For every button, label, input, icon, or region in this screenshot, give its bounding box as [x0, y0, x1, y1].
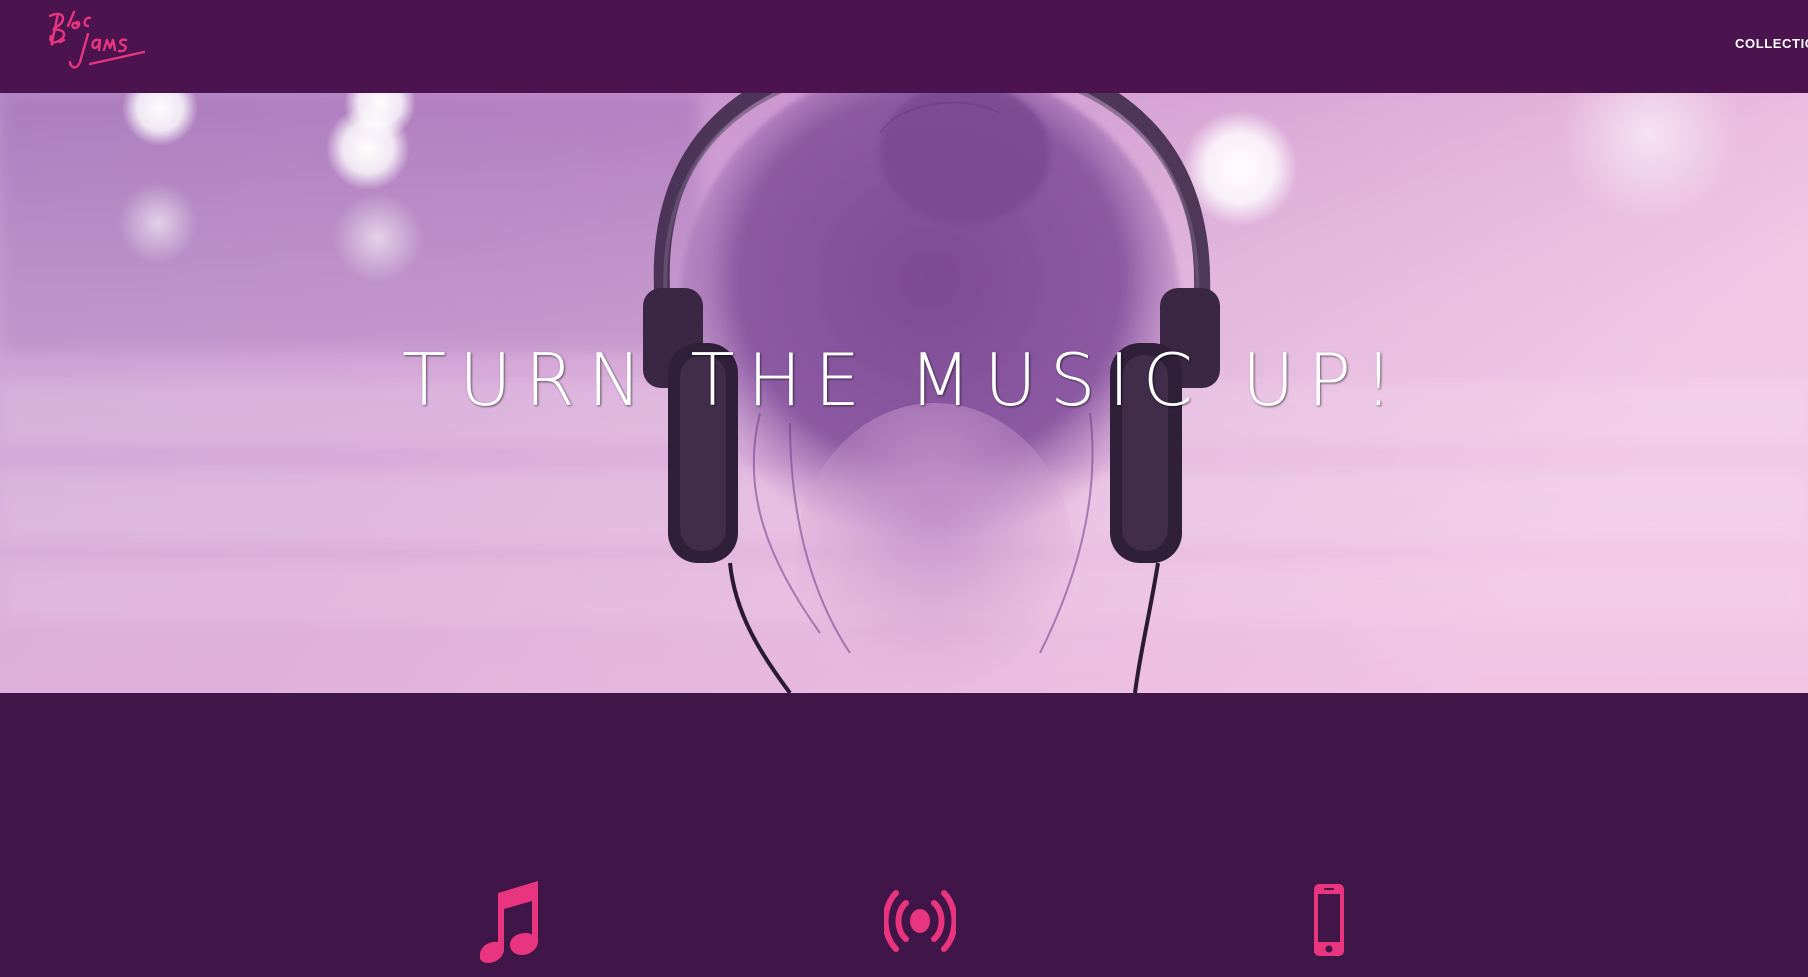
mobile-phone-icon — [1314, 884, 1344, 956]
selling-point-music — [480, 879, 540, 963]
selling-point-radio — [884, 889, 956, 953]
logo[interactable] — [44, 6, 154, 78]
selling-points-section — [0, 693, 1808, 977]
bloc-jams-logo-icon — [48, 10, 146, 69]
selling-point-mobile — [1313, 883, 1345, 957]
hero-section: TURN THE MUSIC UP! — [0, 93, 1808, 693]
hero-title: TURN THE MUSIC UP! — [402, 338, 1406, 422]
nav-link-collection[interactable]: COLLECTION — [1735, 36, 1808, 51]
music-note-icon — [480, 881, 538, 963]
navbar: COLLECTION — [0, 0, 1808, 93]
broadcast-icon — [884, 890, 956, 952]
